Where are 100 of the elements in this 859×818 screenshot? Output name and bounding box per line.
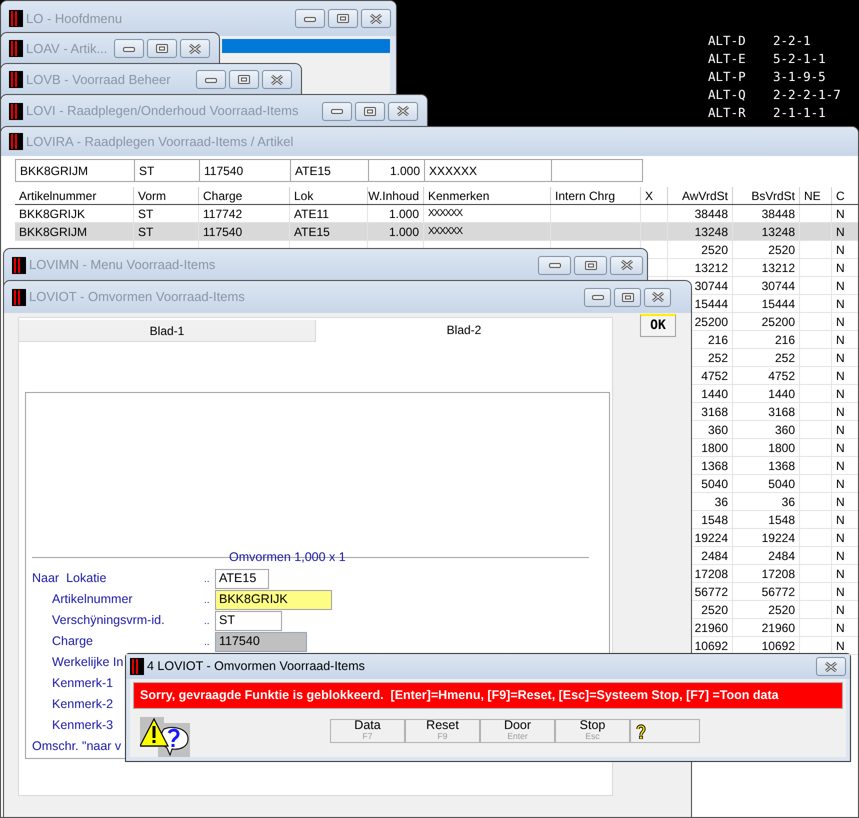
minimize-button[interactable] bbox=[584, 288, 611, 306]
app-icon bbox=[9, 133, 23, 150]
maximize-button[interactable] bbox=[229, 70, 259, 89]
column-header[interactable]: W.Inhoud bbox=[368, 187, 424, 204]
dialog-button[interactable]: Door Enter bbox=[480, 719, 555, 743]
column-header[interactable]: Vorm bbox=[134, 187, 199, 204]
form-label: Kenmerk-2 bbox=[52, 696, 114, 714]
minimize-button[interactable] bbox=[295, 9, 325, 28]
minimize-button[interactable] bbox=[322, 102, 352, 120]
column-header[interactable]: X bbox=[641, 187, 668, 204]
app-icon bbox=[130, 658, 144, 675]
form-label: Verschÿningsvrm-id. bbox=[52, 612, 165, 630]
window-title: LOVIOT - Omvormen Voorraad-Items bbox=[29, 288, 245, 306]
close-button[interactable] bbox=[388, 102, 418, 120]
input-field[interactable]: ST bbox=[215, 610, 282, 630]
table-cell-text: 15444 bbox=[694, 296, 728, 312]
close-button[interactable] bbox=[816, 657, 846, 676]
error-message: Sorry, gevraagde Funktie is geblokkeerd. [Enter]=Hmenu, [F9]=Reset, [Esc]=Systeem Stop, [F7] =Toon data bbox=[133, 682, 843, 709]
table-cell-text: 360 bbox=[774, 422, 795, 438]
table-cell-text: N bbox=[836, 494, 845, 510]
filter-cell[interactable]: ATE15 bbox=[291, 160, 369, 181]
table-cell-text: 1440 bbox=[701, 386, 728, 402]
maximize-button[interactable] bbox=[147, 39, 177, 58]
input-field[interactable]: 117540 bbox=[215, 632, 307, 652]
column-header[interactable]: Lok bbox=[290, 187, 368, 204]
table-cell-text: 38448 bbox=[762, 206, 795, 222]
window-title: LOVB - Voorraad Beheer bbox=[26, 70, 171, 89]
column-header[interactable]: Artikelnummer bbox=[15, 187, 134, 204]
table-cell-text: ATE11 bbox=[294, 206, 329, 222]
table-cell-text: N bbox=[836, 332, 845, 348]
dialog-button[interactable]: Data F7 bbox=[330, 719, 405, 743]
form-label: Lokatie bbox=[66, 570, 106, 588]
input-field[interactable]: ATE15 bbox=[215, 568, 269, 588]
column-header[interactable]: Charge bbox=[199, 187, 290, 204]
ok-button[interactable]: OK bbox=[640, 314, 676, 337]
filter-cell[interactable]: ST bbox=[135, 160, 200, 181]
minimize-icon bbox=[592, 293, 604, 301]
minimize-icon bbox=[331, 107, 343, 115]
form-label: Omschr. "naar v bbox=[32, 738, 122, 756]
column-header[interactable]: Kenmerken bbox=[424, 187, 551, 204]
window-title: 4 LOVIOT - Omvormen Voorraad-Items bbox=[147, 658, 365, 676]
close-button[interactable] bbox=[262, 70, 292, 89]
table-cell-text: N bbox=[836, 458, 845, 474]
input-field[interactable]: BKK8GRIJK bbox=[215, 590, 332, 610]
window-title: LOVI - Raadplegen/Onderhoud Voorraad-Items bbox=[26, 102, 298, 120]
app-icon bbox=[9, 40, 23, 57]
maximize-button[interactable] bbox=[574, 256, 607, 274]
table-cell-text: 13212 bbox=[762, 260, 795, 276]
table-cell-text: 25200 bbox=[762, 314, 795, 330]
close-icon bbox=[271, 74, 283, 84]
close-icon bbox=[189, 44, 201, 54]
table-cell-text: 15444 bbox=[762, 296, 795, 312]
close-button[interactable] bbox=[610, 256, 643, 274]
maximize-button[interactable] bbox=[328, 9, 358, 28]
filter-cell[interactable]: XXXXXX bbox=[425, 160, 552, 181]
table-cell-text: 30744 bbox=[694, 278, 728, 294]
table-cell-text: 117742 bbox=[203, 206, 242, 222]
table-cell-text: 17208 bbox=[694, 566, 728, 582]
maximize-button[interactable] bbox=[614, 288, 641, 306]
table-cell-text: 3168 bbox=[768, 404, 795, 420]
minimize-button[interactable] bbox=[538, 256, 571, 274]
tab[interactable]: Blad-1 bbox=[19, 320, 316, 342]
close-button[interactable] bbox=[644, 288, 671, 306]
table-cell-text: 1368 bbox=[701, 458, 728, 474]
maximize-button[interactable] bbox=[355, 102, 385, 120]
column-header[interactable]: C bbox=[832, 187, 858, 204]
table-cell-text: 21960 bbox=[694, 620, 728, 636]
filter-cell[interactable]: 1.000 bbox=[369, 160, 425, 181]
help-button[interactable] bbox=[630, 719, 700, 743]
close-button[interactable] bbox=[180, 39, 210, 58]
table-cell-text: 17208 bbox=[762, 566, 795, 582]
column-header[interactable]: BsVrdSt bbox=[733, 187, 800, 204]
dialog-button[interactable]: Stop Esc bbox=[555, 719, 630, 743]
maximize-icon bbox=[238, 75, 250, 84]
warning-help-icon bbox=[140, 717, 192, 757]
maximize-icon bbox=[622, 292, 634, 302]
column-header[interactable]: Intern Chrg bbox=[551, 187, 641, 204]
close-button[interactable] bbox=[361, 9, 391, 28]
table-cell-text: 56772 bbox=[694, 584, 728, 600]
table-cell-text: 4752 bbox=[701, 368, 728, 384]
minimize-button[interactable] bbox=[114, 39, 144, 58]
dialog-button[interactable]: Reset F9 bbox=[405, 719, 480, 743]
table-cell-text: 10692 bbox=[762, 638, 795, 654]
filter-cell[interactable]: 117540 bbox=[200, 160, 291, 181]
table-cell-text: N bbox=[836, 314, 845, 330]
table-cell-text: N bbox=[836, 260, 845, 276]
table-cell-text: 38448 bbox=[694, 206, 728, 222]
table-cell-text: N bbox=[836, 242, 845, 258]
table-cell-text: 252 bbox=[708, 350, 728, 366]
filter-cell[interactable]: BKK8GRIJM bbox=[16, 160, 135, 181]
column-header[interactable]: NE bbox=[800, 187, 832, 204]
column-header[interactable]: AwVrdSt bbox=[668, 187, 733, 204]
table-cell-text: N bbox=[836, 224, 845, 240]
leader-dots: .. bbox=[204, 617, 211, 627]
selected-row-highlight[interactable]: BKK8GRIJM ST 117540 ATE15 1.000 XXXXXX 13248 13248 N bbox=[15, 223, 858, 241]
form-label: Werkelijke In bbox=[52, 654, 124, 672]
table-cell-text: N bbox=[836, 512, 845, 528]
table-cell-text: ST bbox=[138, 224, 154, 240]
minimize-button[interactable] bbox=[196, 70, 226, 89]
form-label: Naar bbox=[32, 570, 60, 588]
